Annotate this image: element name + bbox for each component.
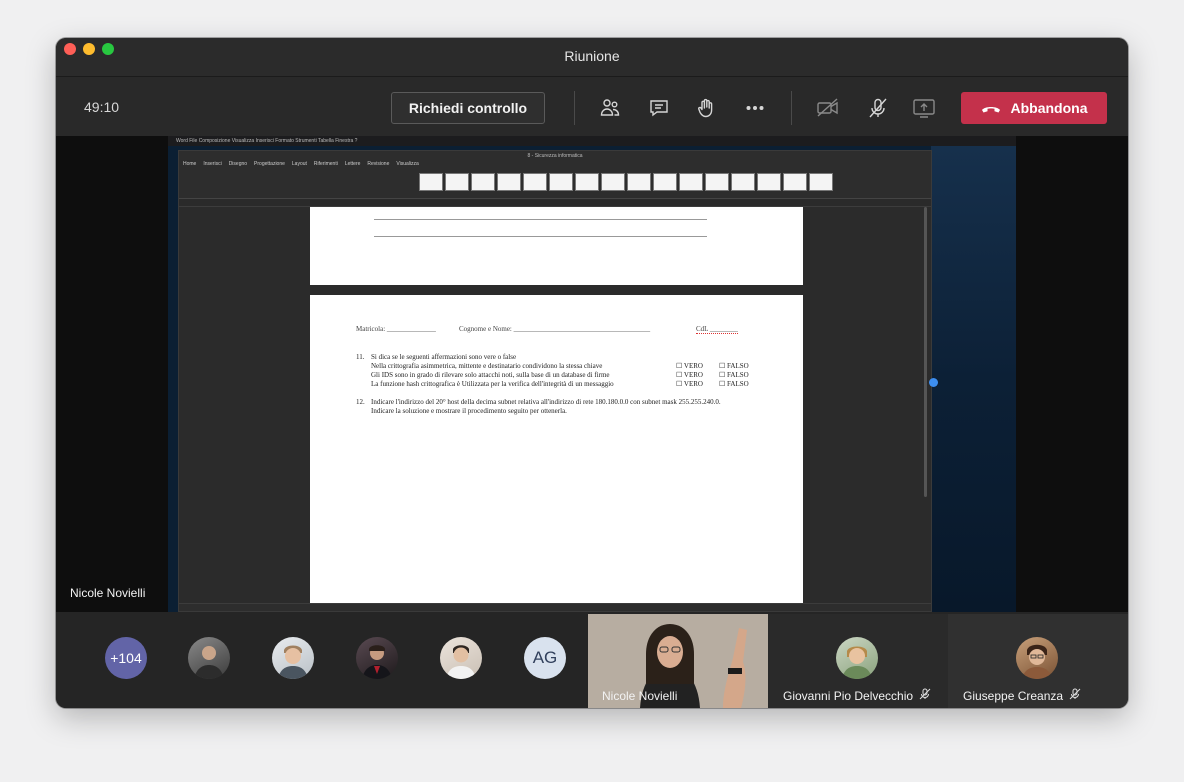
- style-gallery-item: [627, 173, 651, 191]
- true-checkbox[interactable]: ☐ VERO: [676, 380, 703, 388]
- avatar[interactable]: [440, 637, 482, 679]
- matricola-field: Matricola: ______________: [356, 325, 436, 333]
- hangup-icon: [981, 100, 1001, 116]
- answer-line: [374, 236, 707, 237]
- shared-screen: Word File Composizione Visualizza Inseri…: [168, 136, 1016, 612]
- cdl-field: CdL ________: [696, 325, 738, 334]
- false-checkbox[interactable]: ☐ FALSO: [719, 362, 749, 370]
- style-gallery-item: [705, 173, 729, 191]
- leave-label: Abbandona: [1010, 100, 1088, 116]
- style-gallery-item: [419, 173, 443, 191]
- false-checkbox[interactable]: ☐ FALSO: [719, 380, 749, 388]
- style-gallery-item: [549, 173, 573, 191]
- share-screen-icon[interactable]: [910, 94, 938, 122]
- raise-hand-icon[interactable]: [692, 94, 720, 122]
- document-page-previous: [310, 207, 803, 285]
- meeting-timer: 49:10: [84, 99, 120, 115]
- request-control-button[interactable]: Richiedi controllo: [391, 92, 545, 124]
- toolbar-divider: [791, 91, 792, 125]
- participant-tile[interactable]: Giuseppe Creanza: [948, 614, 1128, 708]
- word-ribbon-tabs: Home Inserisci Disegno Progettazione Layout R…: [183, 161, 426, 167]
- word-tab: Progettazione: [254, 161, 285, 167]
- question-11-item: Gli IDS sono in grado di rilevare solo a…: [371, 371, 610, 379]
- word-document-title: 8 - Sicurezza informatica: [527, 153, 583, 159]
- avatar-initials[interactable]: AG: [524, 637, 566, 679]
- style-gallery-item: [653, 173, 677, 191]
- document-scrollbar[interactable]: [924, 207, 927, 497]
- word-document-area: Matricola: ______________ Cognome e Nome…: [179, 207, 931, 605]
- participant-name: Giuseppe Creanza: [963, 688, 1064, 703]
- desktop-wallpaper: [931, 146, 1016, 612]
- dropbox-icon: [929, 378, 938, 387]
- true-checkbox[interactable]: ☐ VERO: [676, 371, 703, 379]
- question-11-number: 11.: [356, 353, 365, 361]
- participant-name: Nicole Novielli: [602, 689, 678, 703]
- name-field: Cognome e Nome: ________________________…: [459, 325, 651, 333]
- style-gallery-item: [731, 173, 755, 191]
- question-12-number: 12.: [356, 398, 365, 406]
- word-tab: Revisione: [367, 161, 390, 167]
- avatar[interactable]: [188, 637, 230, 679]
- style-gallery-item: [575, 173, 599, 191]
- avatar: [836, 637, 878, 679]
- camera-off-icon[interactable]: [814, 94, 842, 122]
- style-gallery-item: [445, 173, 469, 191]
- shared-screen-stage: Word File Composizione Visualizza Inseri…: [56, 136, 1128, 612]
- meeting-toolbar: 49:10 Richiedi controllo Abbandona: [56, 76, 1128, 136]
- style-gallery-item: [471, 173, 495, 191]
- title-bar: Riunione: [56, 38, 1128, 76]
- avatar: [1016, 637, 1058, 679]
- document-page: Matricola: ______________ Cognome e Nome…: [310, 295, 803, 605]
- mac-menu-bar: Word File Composizione Visualizza Inseri…: [168, 136, 1016, 146]
- mic-muted-icon: [1069, 688, 1081, 703]
- participant-strip: +104 AG Nicole Novielli Giovanni Pio Del…: [56, 612, 1128, 708]
- avatar[interactable]: [356, 637, 398, 679]
- answer-line: [374, 219, 707, 220]
- participant-tile[interactable]: Giovanni Pio Delvecchio: [768, 614, 948, 708]
- mic-muted-icon: [919, 688, 931, 703]
- word-ribbon: 8 - Sicurezza informatica Home Inserisci D…: [179, 151, 931, 199]
- chat-icon[interactable]: [645, 94, 673, 122]
- word-window: 8 - Sicurezza informatica Home Inserisci D…: [178, 150, 932, 612]
- style-gallery-item: [601, 173, 625, 191]
- question-11-prompt: Si dica se le seguenti affermazioni sono…: [371, 353, 517, 361]
- style-gallery-item: [809, 173, 833, 191]
- mic-off-icon[interactable]: [864, 94, 892, 122]
- word-tab: Disegno: [228, 161, 248, 167]
- false-checkbox[interactable]: ☐ FALSO: [719, 371, 749, 379]
- question-11-item: La funzione hash crittografica è Utilizz…: [371, 380, 614, 388]
- word-tab: Layout: [291, 161, 307, 167]
- teams-window: Riunione 49:10 Richiedi controllo Abband…: [56, 38, 1128, 708]
- avatar[interactable]: [272, 637, 314, 679]
- question-11-item: Nella crittografia asimmetrica, mittente…: [371, 362, 603, 370]
- word-ruler: [179, 199, 931, 207]
- style-gallery-item: [783, 173, 807, 191]
- style-gallery-item: [497, 173, 521, 191]
- word-tab: Riferimenti: [313, 161, 338, 167]
- participant-label: Giovanni Pio Delvecchio: [783, 688, 931, 703]
- question-12-text: Indicare la soluzione e mostrare il proc…: [371, 407, 567, 415]
- true-checkbox[interactable]: ☐ VERO: [676, 362, 703, 370]
- word-tab: Inserisci: [203, 161, 222, 167]
- word-tab: Home: [183, 161, 197, 167]
- participants-icon[interactable]: [596, 94, 624, 122]
- word-tab: Visualizza: [396, 161, 419, 167]
- style-gallery-item: [523, 173, 547, 191]
- window-title: Riunione: [564, 48, 620, 64]
- participant-label: Giuseppe Creanza: [963, 688, 1081, 703]
- style-gallery-item: [757, 173, 781, 191]
- word-status-bar: [179, 603, 931, 611]
- video-tile[interactable]: Nicole Novielli: [588, 614, 768, 708]
- word-tab: Lettere: [344, 161, 361, 167]
- participant-name: Giovanni Pio Delvecchio: [783, 688, 914, 703]
- question-12-text: Indicare l'indirizzo del 20° host della …: [371, 398, 721, 406]
- style-gallery-item: [679, 173, 703, 191]
- toolbar-divider: [574, 91, 575, 125]
- leave-button[interactable]: Abbandona: [961, 92, 1107, 124]
- presenter-name: Nicole Novielli: [70, 586, 146, 600]
- more-participants-badge[interactable]: +104: [105, 637, 147, 679]
- more-icon[interactable]: [741, 94, 769, 122]
